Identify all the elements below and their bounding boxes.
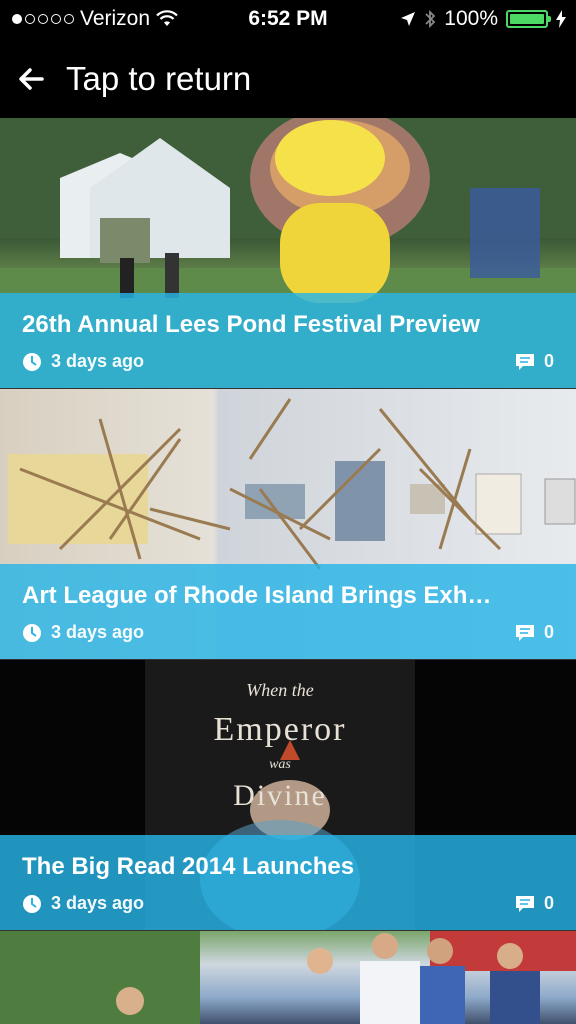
article-card[interactable]: 26th Annual Lees Pond Festival Preview 3…: [0, 118, 576, 389]
header-title[interactable]: Tap to return: [66, 60, 251, 98]
clock-icon: [23, 352, 41, 371]
return-bar[interactable]: Tap to return: [0, 40, 576, 118]
article-overlay: Art League of Rhode Island Brings Exh… 3…: [0, 564, 576, 659]
article-overlay: The Big Read 2014 Launches 3 days ago 0: [0, 835, 576, 930]
article-title[interactable]: The Big Read 2014 Launches: [22, 853, 554, 881]
article-time: 3 days ago: [51, 351, 145, 371]
article-thumbnail: [0, 931, 576, 1024]
comment-count: 0: [543, 351, 554, 371]
comment-count: 0: [543, 622, 554, 642]
comment-count-button[interactable]: 0: [515, 893, 554, 914]
article-meta: 3 days ago 0: [22, 893, 554, 914]
comment-count-button[interactable]: 0: [515, 622, 554, 643]
book-cover-line: When the: [246, 680, 314, 700]
book-cover-line: Divine: [233, 779, 327, 812]
status-bar: Verizon 6:52 PM 100%: [0, 0, 576, 40]
article-time: 3 days ago: [51, 893, 145, 913]
article-meta: 3 days ago 0: [22, 351, 554, 372]
charging-bolt-icon: [556, 10, 566, 28]
book-cover-line: was: [269, 757, 291, 772]
location-arrow-icon: [401, 12, 416, 26]
article-feed: 26th Annual Lees Pond Festival Preview 3…: [0, 118, 576, 1024]
battery-icon: [506, 10, 551, 28]
article-meta: 3 days ago 0: [22, 622, 554, 643]
clock-icon: [23, 623, 41, 642]
article-card[interactable]: [0, 931, 576, 1024]
battery-percent: 100%: [444, 7, 498, 30]
article-card[interactable]: When the Emperor was Divine The Big Read…: [0, 660, 576, 931]
comment-icon: [515, 353, 534, 370]
comment-icon: [515, 895, 534, 912]
bluetooth-icon: [425, 9, 436, 29]
article-card[interactable]: Art League of Rhode Island Brings Exh… 3…: [0, 389, 576, 660]
article-overlay: 26th Annual Lees Pond Festival Preview 3…: [0, 293, 576, 388]
comment-icon: [515, 624, 534, 641]
article-time: 3 days ago: [51, 622, 145, 642]
book-cover-line: Emperor: [213, 711, 347, 748]
book-cover-text: When the Emperor was Divine: [145, 680, 415, 813]
status-right: 100%: [400, 7, 566, 31]
comment-count-button[interactable]: 0: [515, 351, 554, 372]
back-arrow-icon[interactable]: [16, 64, 46, 94]
article-title[interactable]: Art League of Rhode Island Brings Exh…: [22, 582, 554, 610]
clock-icon: [23, 894, 41, 913]
article-title[interactable]: 26th Annual Lees Pond Festival Preview: [22, 311, 554, 339]
comment-count: 0: [543, 893, 554, 913]
